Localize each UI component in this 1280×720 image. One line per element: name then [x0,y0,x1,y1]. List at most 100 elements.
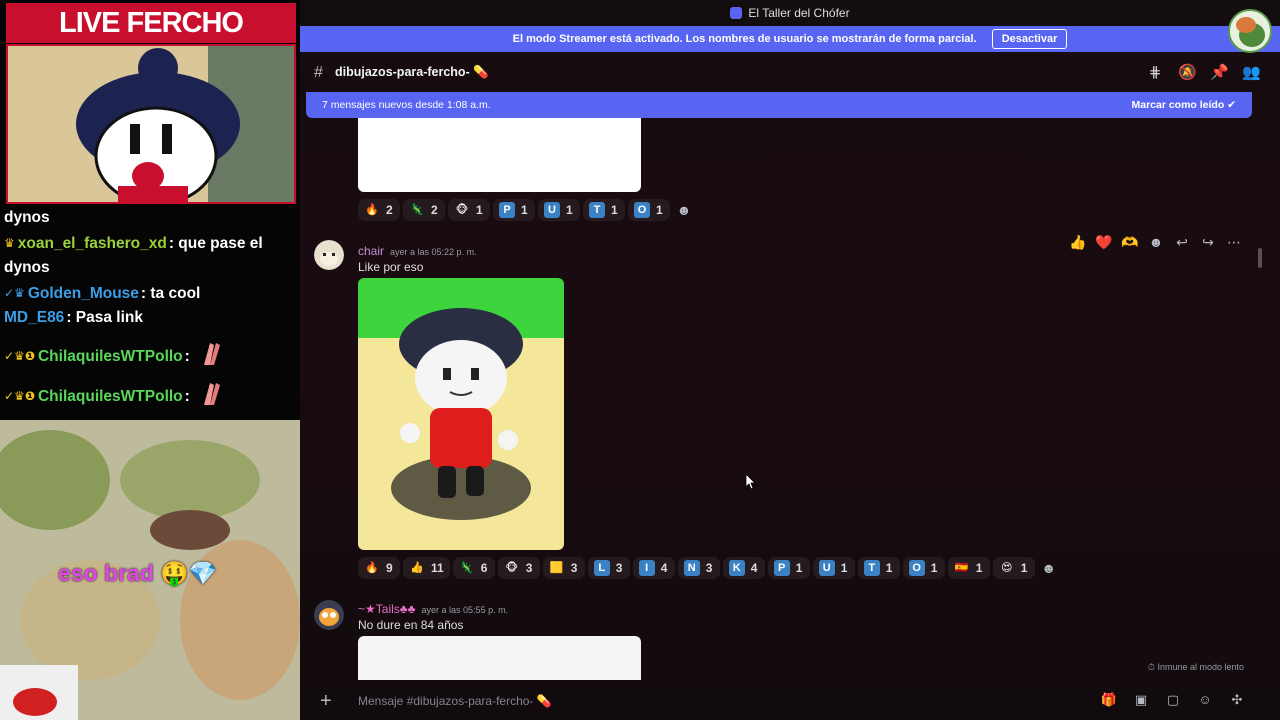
reaction-emoji: 🔥 [365,562,379,574]
reaction-emoji: K [728,560,745,576]
author-name[interactable]: chair [358,244,384,258]
gift-icon[interactable]: 🎁 [1100,692,1118,708]
heart-icon[interactable]: ❤️ [1094,234,1114,251]
reaction-chip[interactable]: 🔥 2 [358,199,400,221]
emoji-picker-icon[interactable]: ☺ [1196,692,1214,708]
reaction-chip[interactable]: 😍 1 [992,557,1035,579]
thumbs-up-icon[interactable]: 👍 [1068,234,1088,251]
reaction-chip[interactable]: N3 [677,557,720,579]
chat-message: ♛ xoan_el_fashero_xd: que pase el dynos [4,231,296,281]
add-reaction-icon[interactable]: ☻ [1146,234,1166,250]
chat-message: ✓♛❶ ChilaquilesWTPollo: [4,339,296,370]
reaction-chip[interactable]: 👍 11 [403,557,450,579]
add-reaction-button[interactable]: ☻ [673,199,695,221]
reaction-emoji: 🔥 [365,204,379,216]
reaction-count: 1 [885,561,893,575]
composer-placeholder[interactable]: Mensaje #dibujazos-para-fercho- 💊 [358,694,552,708]
reaction-chip[interactable]: U1 [538,199,580,221]
reaction-count: 1 [656,203,663,217]
disable-streamer-mode-button[interactable]: Desactivar [991,29,1068,49]
author-name[interactable]: ~★Tails♣♣ [358,602,416,616]
more-options-icon[interactable]: ⋯ [1224,234,1244,251]
threads-icon[interactable]: ⋕ [1146,64,1164,82]
author-avatar[interactable] [314,240,344,270]
webcam-avatar [6,44,296,204]
avatar-icon [1230,11,1270,51]
reaction-emoji: L [593,560,610,576]
chat-text: : ta cool [140,284,201,302]
message: chair ayer a las 05:22 p. m. Like por eso [300,240,1280,580]
mark-as-read-button[interactable]: Marcar como leído ✔ [1131,92,1236,118]
members-icon[interactable]: 👥 [1242,64,1261,82]
reaction-emoji: U [818,560,835,576]
reaction-chip[interactable]: 🐵 1 [448,199,490,221]
message-composer[interactable]: + Mensaje #dibujazos-para-fercho- 💊 🎁 ▣ … [300,684,1280,720]
reaction-chip[interactable]: L3 [587,557,630,579]
reaction-emoji: P [499,202,515,218]
reaction-count: 2 [386,203,393,217]
reaction-chip[interactable]: P1 [493,199,535,221]
chat-badges: ✓♛ [4,285,25,300]
add-reaction-button[interactable]: ☻ [1038,557,1060,579]
reaction-chip[interactable]: O1 [628,199,670,221]
reaction-chip[interactable]: O1 [902,557,945,579]
new-messages-bar[interactable]: 7 mensajes nuevos desde 1:08 a.m. Marcar… [306,92,1252,118]
reaction-count: 1 [795,561,803,575]
chat-badges: ♛ [4,235,15,250]
reaction-chip[interactable]: U1 [812,557,855,579]
channel-header: # dibujazos-para-fercho- 💊 ⋕ 🔕 📌 👥 [300,52,1280,94]
reaction-count: 1 [476,203,483,217]
cartoon-avatar-icon [8,46,294,202]
mute-icon[interactable]: 🔕 [1178,64,1197,82]
attachment-image[interactable] [358,118,641,192]
reaction-emoji: 🐵 [455,204,469,216]
message-list: 🔥 2 🦎 2 🐵 1 P1 U1 T1 O1 ☻ chair ayer a las 0… [300,118,1280,680]
reaction-chip[interactable]: T1 [583,199,625,221]
hands-icon[interactable]: 🫶 [1120,234,1140,251]
chat-badges: ✓♛❶ [4,348,35,363]
reaction-chip[interactable]: 🦎 2 [403,199,445,221]
forward-icon[interactable]: ↪ [1198,234,1218,251]
reaction-chip[interactable]: P1 [767,557,810,579]
message-text: Like por eso [358,260,424,274]
reaction-chip[interactable]: 🔥 9 [358,557,400,579]
attachment-image[interactable] [358,636,641,680]
author-avatar[interactable] [314,600,344,630]
pin-icon[interactable]: 📌 [1210,64,1229,82]
chat-badges: ✓♛❶ [4,389,35,403]
reaction-chip[interactable]: 🇪🇸 1 [947,557,990,579]
slowmode-text: Inmune al modo lento [1157,662,1244,672]
reaction-emoji: 🇪🇸 [954,562,969,574]
attachment-image[interactable] [358,278,564,550]
new-messages-text: 7 mensajes nuevos desde 1:08 a.m. [322,99,491,111]
scrollbar-thumb[interactable] [1258,248,1262,268]
reaction-chip[interactable]: 🟨 3 [542,557,585,579]
reaction-chip[interactable]: 🐵 3 [497,557,540,579]
reaction-count: 1 [566,203,573,217]
reaction-chip[interactable]: T1 [857,557,900,579]
sticker-icon[interactable]: ▢ [1164,692,1182,708]
reaction-count: 11 [431,561,444,575]
user-avatar[interactable] [1228,9,1272,53]
reaction-emoji: T [863,560,880,576]
reaction-chip[interactable]: I4 [632,557,675,579]
attach-plus-icon[interactable]: + [320,690,332,713]
reaction-count: 1 [840,561,848,575]
window-title: El Taller del Chófer [748,6,850,20]
message-header: ~★Tails♣♣ ayer a las 05:55 p. m. [358,602,508,616]
reaction-emoji: 🦎 [459,562,474,574]
pill-emoji-icon: 💊 [536,694,552,708]
reaction-emoji: 👍 [410,562,424,574]
apps-icon[interactable]: ✣ [1228,692,1246,708]
reaction-chip[interactable]: 🦎 6 [452,557,495,579]
character-render-icon [358,278,564,550]
stream-chat: dynos ♛ xoan_el_fashero_xd: que pase el d… [0,206,300,420]
mark-read-icon: ✔ [1227,99,1236,111]
chat-username: xoan_el_fashero_xd [17,234,167,252]
chat-message: dynos [4,206,296,231]
gif-icon[interactable]: ▣ [1132,692,1150,708]
reaction-chip[interactable]: K4 [722,557,765,579]
channel-name: dibujazos-para-fercho- 💊 [335,65,489,80]
chat-username: ChilaquilesWTPollo [37,388,183,405]
reply-icon[interactable]: ↩ [1172,234,1192,251]
